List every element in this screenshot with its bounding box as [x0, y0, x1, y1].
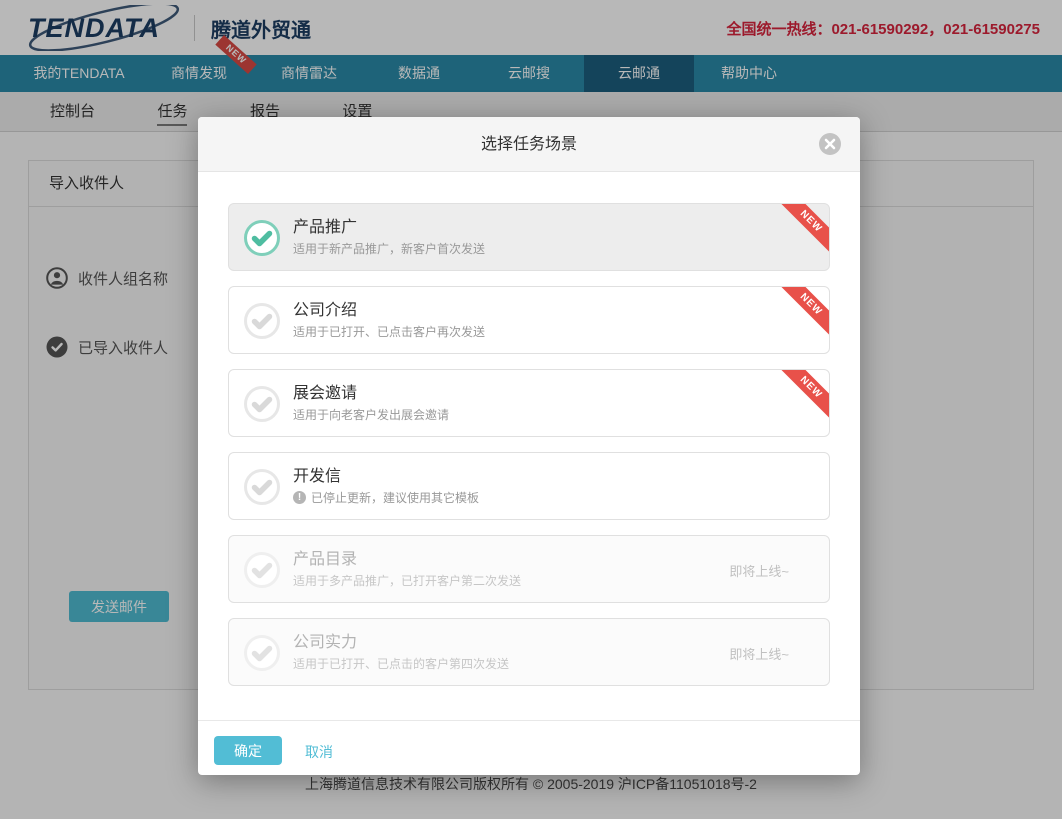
- check-circle-icon: [243, 551, 281, 589]
- option-title: 展会邀请: [293, 379, 357, 403]
- option-desc: 适用于已打开、已点击客户再次发送: [293, 323, 485, 340]
- option-title: 产品目录: [293, 545, 357, 569]
- check-circle-icon: [243, 219, 281, 257]
- check-circle-icon: [243, 385, 281, 423]
- option-title: 产品推广: [293, 213, 357, 237]
- option-title: 公司介绍: [293, 296, 357, 320]
- modal-footer: 确定 取消: [198, 720, 860, 775]
- modal-title: 选择任务场景: [481, 136, 577, 153]
- check-circle-icon: [243, 302, 281, 340]
- modal-header: 选择任务场景: [198, 117, 860, 172]
- check-circle-icon: [243, 634, 281, 672]
- confirm-button[interactable]: 确定: [214, 736, 282, 765]
- option-desc: ! 已停止更新，建议使用其它模板: [293, 489, 479, 506]
- cancel-button[interactable]: 取消: [305, 742, 333, 762]
- option-title: 公司实力: [293, 628, 357, 652]
- option-desc: 适用于多产品推广，已打开客户第二次发送: [293, 572, 521, 589]
- close-icon[interactable]: [818, 132, 842, 156]
- option-company-strength: 公司实力 适用于已打开、已点击的客户第四次发送 即将上线~: [228, 618, 830, 686]
- option-title: 开发信: [293, 462, 341, 486]
- coming-soon-tag: 即将上线~: [729, 561, 789, 580]
- option-development-letter[interactable]: 开发信 ! 已停止更新，建议使用其它模板: [228, 452, 830, 520]
- new-ribbon: NEW: [774, 203, 830, 259]
- new-ribbon-label: NEW: [775, 286, 830, 340]
- new-ribbon: NEW: [774, 286, 830, 342]
- option-desc-text: 已停止更新，建议使用其它模板: [311, 489, 479, 506]
- option-product-catalog: 产品目录 适用于多产品推广，已打开客户第二次发送 即将上线~: [228, 535, 830, 603]
- option-desc: 适用于新产品推广，新客户首次发送: [293, 240, 485, 257]
- new-ribbon-label: NEW: [775, 203, 830, 257]
- coming-soon-tag: 即将上线~: [729, 644, 789, 663]
- info-icon: !: [293, 491, 306, 504]
- option-desc: 适用于已打开、已点击的客户第四次发送: [293, 655, 509, 672]
- option-product-promotion[interactable]: 产品推广 适用于新产品推广，新客户首次发送 NEW: [228, 203, 830, 271]
- option-exhibition-invitation[interactable]: 展会邀请 适用于向老客户发出展会邀请 NEW: [228, 369, 830, 437]
- new-ribbon: NEW: [774, 369, 830, 425]
- option-desc: 适用于向老客户发出展会邀请: [293, 406, 449, 423]
- task-scenario-modal: 选择任务场景 产品推广 适用于新产品推广，新客户首次发送 NEW: [198, 117, 860, 775]
- option-company-introduction[interactable]: 公司介绍 适用于已打开、已点击客户再次发送 NEW: [228, 286, 830, 354]
- scenario-options: 产品推广 适用于新产品推广，新客户首次发送 NEW 公司介绍 适用于已打开、已点…: [228, 203, 830, 701]
- check-circle-icon: [243, 468, 281, 506]
- new-ribbon-label: NEW: [775, 369, 830, 423]
- page: TENDATA 腾道外贸通 全国统一热线：021-61590292，021-61…: [0, 0, 1062, 819]
